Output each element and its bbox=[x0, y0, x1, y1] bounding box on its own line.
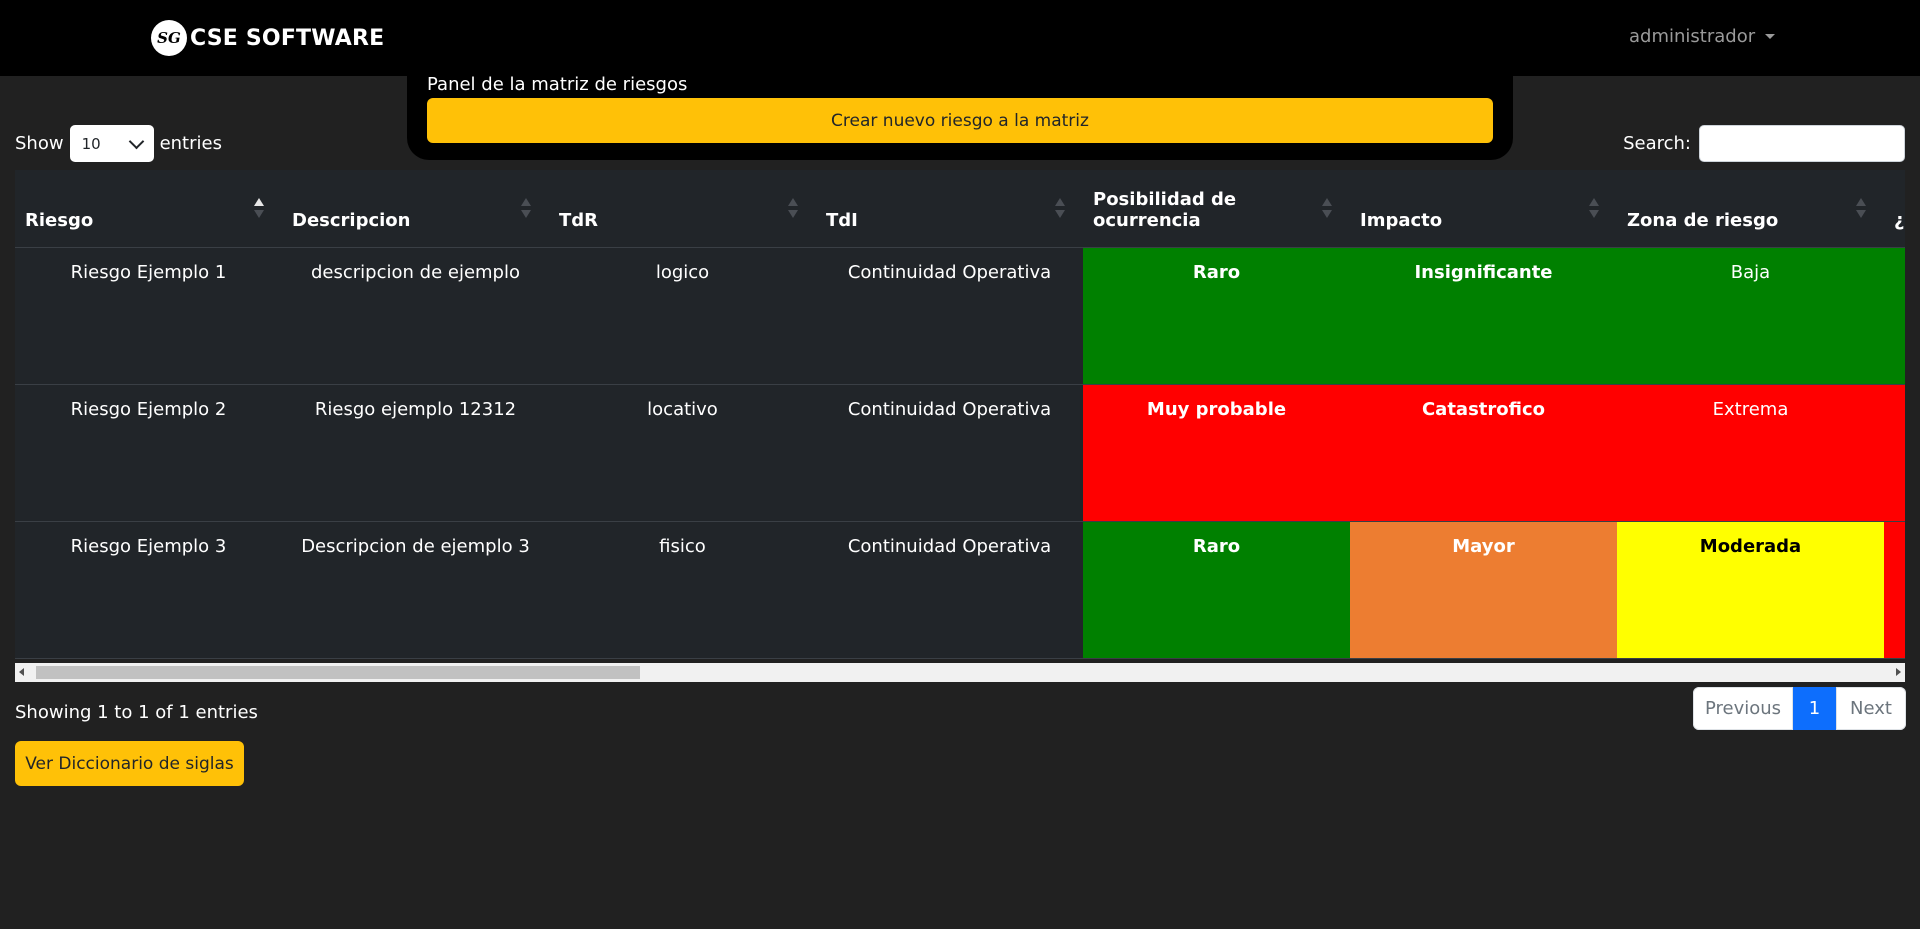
column-header-tdi[interactable]: TdI bbox=[816, 170, 1083, 248]
pagination: Previous 1 Next bbox=[1693, 687, 1906, 730]
cell-posibilidad: Raro bbox=[1083, 521, 1350, 659]
create-risk-button[interactable]: Crear nuevo riesgo a la matriz bbox=[427, 98, 1493, 143]
sort-icon bbox=[1589, 198, 1599, 220]
table-row: Riesgo Ejemplo 2 Riesgo ejemplo 12312 lo… bbox=[15, 384, 1905, 522]
search-label: Search: bbox=[1623, 133, 1691, 154]
caret-down-icon bbox=[1765, 34, 1776, 39]
cell-posibilidad: Muy probable bbox=[1083, 384, 1350, 522]
sort-icon bbox=[1322, 198, 1332, 220]
column-header-tdr[interactable]: TdR bbox=[549, 170, 816, 248]
brand-logo[interactable]: SG CSE SOFTWARE bbox=[151, 18, 384, 58]
cell-descripcion: descripcion de ejemplo bbox=[282, 247, 549, 385]
table-row: Riesgo Ejemplo 1 descripcion de ejemplo … bbox=[15, 247, 1905, 385]
entries-label: entries bbox=[159, 133, 222, 154]
entries-select-value: 10 bbox=[81, 134, 101, 153]
table-row: Riesgo Ejemplo 3 Descripcion de ejemplo … bbox=[15, 521, 1905, 659]
cell-truncated bbox=[1884, 247, 1905, 385]
column-header-posibilidad[interactable]: Posibilidad de ocurrencia bbox=[1083, 170, 1350, 248]
cell-riesgo: Riesgo Ejemplo 2 bbox=[15, 384, 282, 522]
column-header-descripcion[interactable]: Descripcion bbox=[282, 170, 549, 248]
risk-table: Riesgo Descripcion TdR TdI Posibilidad d… bbox=[15, 170, 1905, 659]
cell-impacto: Insignificante bbox=[1350, 247, 1617, 385]
cell-zona: Baja bbox=[1617, 247, 1884, 385]
cell-tdi: Continuidad Operativa bbox=[816, 521, 1083, 659]
cell-posibilidad: Raro bbox=[1083, 247, 1350, 385]
cell-tdr: fisico bbox=[549, 521, 816, 659]
cell-truncated bbox=[1884, 521, 1905, 659]
cell-tdr: locativo bbox=[549, 384, 816, 522]
cell-tdr: logico bbox=[549, 247, 816, 385]
cell-tdi: Continuidad Operativa bbox=[816, 247, 1083, 385]
cell-riesgo: Riesgo Ejemplo 3 bbox=[15, 521, 282, 659]
cell-tdi: Continuidad Operativa bbox=[816, 384, 1083, 522]
column-header-zona[interactable]: Zona de riesgo bbox=[1617, 170, 1884, 248]
length-control: Show 10 entries bbox=[15, 125, 222, 162]
cell-zona: Moderada bbox=[1617, 521, 1884, 659]
dictionary-button[interactable]: Ver Diccionario de siglas bbox=[15, 741, 244, 786]
next-page-button[interactable]: Next bbox=[1836, 687, 1906, 730]
search-input[interactable] bbox=[1699, 125, 1905, 162]
chevron-down-icon bbox=[128, 133, 144, 149]
cell-impacto: Mayor bbox=[1350, 521, 1617, 659]
previous-page-button[interactable]: Previous bbox=[1693, 687, 1793, 730]
logo-icon: SG bbox=[151, 20, 187, 56]
cell-truncated bbox=[1884, 384, 1905, 522]
sort-icon bbox=[1856, 198, 1866, 220]
sort-icon bbox=[1055, 198, 1065, 220]
column-header-riesgo[interactable]: Riesgo bbox=[15, 170, 282, 248]
sort-icon bbox=[788, 198, 798, 220]
cell-descripcion: Descripcion de ejemplo 3 bbox=[282, 521, 549, 659]
risk-matrix-panel: Panel de la matriz de riesgos Crear nuev… bbox=[407, 66, 1513, 160]
entries-select[interactable]: 10 bbox=[69, 125, 154, 162]
column-header-truncated[interactable]: ¿ bbox=[1884, 170, 1905, 248]
cell-zona: Extrema bbox=[1617, 384, 1884, 522]
sort-icon bbox=[521, 198, 531, 220]
risk-table-container[interactable]: Riesgo Descripcion TdR TdI Posibilidad d… bbox=[15, 170, 1905, 663]
scroll-right-icon[interactable] bbox=[1896, 668, 1901, 676]
scrollbar-thumb[interactable] bbox=[36, 666, 640, 679]
brand-name: CSE SOFTWARE bbox=[190, 25, 385, 51]
cell-descripcion: Riesgo ejemplo 12312 bbox=[282, 384, 549, 522]
sort-icon bbox=[254, 198, 264, 220]
table-header-row: Riesgo Descripcion TdR TdI Posibilidad d… bbox=[15, 170, 1905, 248]
user-name: administrador bbox=[1629, 26, 1756, 47]
panel-title: Panel de la matriz de riesgos bbox=[427, 74, 688, 95]
cell-impacto: Catastrofico bbox=[1350, 384, 1617, 522]
column-header-impacto[interactable]: Impacto bbox=[1350, 170, 1617, 248]
show-label: Show bbox=[15, 133, 64, 154]
horizontal-scrollbar[interactable] bbox=[15, 663, 1905, 682]
scroll-left-icon[interactable] bbox=[19, 668, 24, 676]
top-navbar: SG CSE SOFTWARE administrador bbox=[0, 0, 1920, 76]
cell-riesgo: Riesgo Ejemplo 1 bbox=[15, 247, 282, 385]
table-info: Showing 1 to 1 of 1 entries bbox=[15, 702, 258, 723]
user-dropdown[interactable]: administrador bbox=[1629, 26, 1776, 47]
search-control: Search: bbox=[1623, 125, 1905, 162]
page-1-button[interactable]: 1 bbox=[1793, 687, 1836, 730]
